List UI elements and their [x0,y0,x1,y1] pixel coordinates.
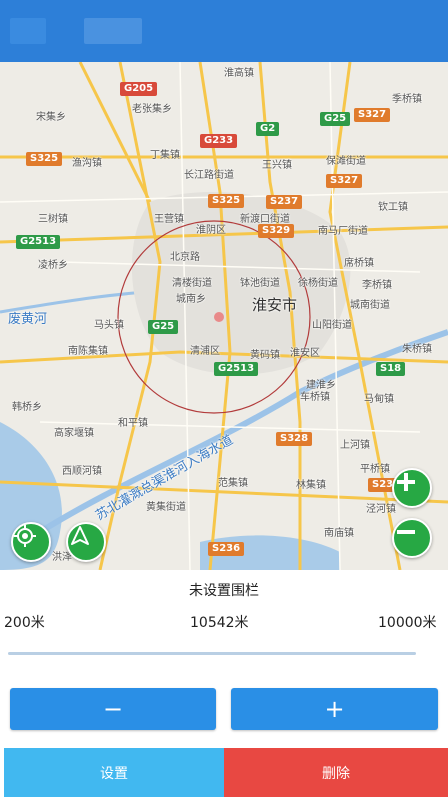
route-shield: S327 [354,108,391,122]
place-label: 北京路 [170,252,200,263]
route-shield: G25 [148,320,179,334]
route-shield: S325 [26,152,63,166]
place-label: 丁集镇 [150,150,180,161]
compass-button[interactable] [66,522,106,562]
max-distance-label: 10000米 [378,615,437,631]
place-label: 平桥镇 [360,464,390,475]
place-label: 季桥镇 [392,94,422,105]
place-label: 南庙镇 [324,528,354,539]
app-logo [84,18,142,44]
route-shield: S236 [208,542,245,556]
route-shield: G205 [120,82,158,96]
place-label: 王兴镇 [262,160,292,171]
plus-icon [397,473,415,491]
place-label: 清楼街道 [172,278,212,289]
place-label: 南马厂街道 [318,226,368,237]
navigation-arrow-icon [71,526,89,545]
route-shield: S329 [258,224,295,238]
place-label: 范集镇 [218,478,248,489]
place-label: 淮高镇 [224,68,254,79]
zoom-in-button[interactable] [392,468,432,508]
locate-button[interactable] [11,522,51,562]
route-shield: S328 [276,432,313,446]
place-label: 车桥镇 [300,392,330,403]
delete-button[interactable]: 删除 [224,748,448,797]
route-shield: G25 [320,112,351,126]
place-label: 老张集乡 [132,104,172,115]
place-label: 城南乡 [176,294,206,305]
place-label: 宋集乡 [36,112,66,123]
place-label: 新渡口街道 [240,214,290,225]
place-label: 南陈集镇 [68,346,108,357]
place-label: 三树镇 [38,214,68,225]
place-label: 淮安区 [290,348,320,359]
place-label: 黄集街道 [146,502,186,513]
place-label: 席桥镇 [344,258,374,269]
locate-icon [14,525,36,547]
place-label: 钦工镇 [378,202,408,213]
fence-status-title: 未设置围栏 [189,583,259,599]
place-label: 林集镇 [296,480,326,491]
min-distance-label: 200米 [4,615,45,631]
place-label: 长江路街道 [184,170,234,181]
route-shield: S18 [376,362,406,376]
place-label: 凌桥乡 [38,260,68,271]
place-label: 马头镇 [94,320,124,331]
place-label: 高家堰镇 [54,428,94,439]
zoom-out-button[interactable] [392,518,432,558]
back-icon[interactable] [10,18,46,44]
place-label: 徐杨街道 [298,278,338,289]
route-shield: S237 [266,195,303,209]
place-label: 泾河镇 [366,504,396,515]
top-bar [0,0,448,62]
place-label: 城南街道 [350,300,390,311]
place-label: 上河镇 [340,440,370,451]
set-button[interactable]: 设置 [4,748,224,797]
place-label: 和平镇 [118,418,148,429]
route-shield: G233 [200,134,238,148]
map-view[interactable]: G205 G233 G2 G25 S327 S325 S237 S325 S32… [0,62,448,570]
place-label: 朱桥镇 [402,344,432,355]
place-label: 韩桥乡 [12,402,42,413]
route-shield: G2513 [16,235,61,249]
place-label: 淮阴区 [196,225,226,236]
river-label: 废黄河 [8,312,48,327]
place-label: 西顺河镇 [62,466,102,477]
place-label: 马甸镇 [364,394,394,405]
route-shield: G2513 [214,362,259,376]
decrease-radius-button[interactable]: − [10,688,216,730]
route-shield: G2 [256,122,280,136]
place-label: 李桥镇 [362,280,392,291]
place-label: 黄码镇 [250,350,280,361]
minus-icon [397,530,415,534]
route-shield: S327 [326,174,363,188]
place-label: 清浦区 [190,346,220,357]
place-label: 钵池街道 [240,278,280,289]
center-marker [214,312,224,322]
current-distance-label: 10542米 [190,615,249,631]
increase-radius-button[interactable]: + [231,688,438,730]
place-label: 山阳街道 [312,320,352,331]
city-label: 淮安市 [252,296,298,314]
place-label: 王营镇 [154,214,184,225]
place-label: 保滩街道 [326,156,366,167]
route-shield: S325 [208,194,245,208]
radius-slider[interactable] [8,652,416,655]
place-label: 渔沟镇 [72,158,102,169]
